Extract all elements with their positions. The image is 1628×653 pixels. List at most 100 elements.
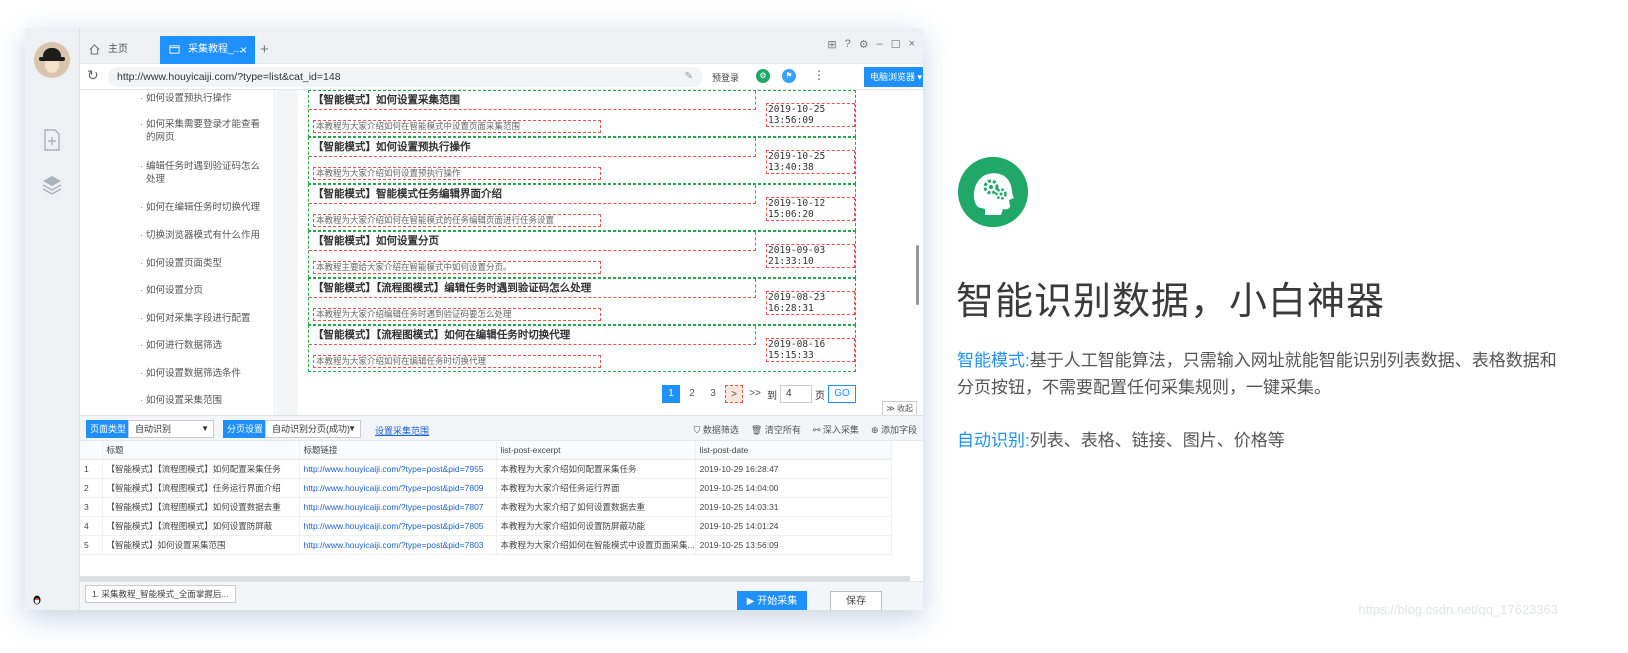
layers-icon[interactable] [40, 173, 64, 197]
table-row[interactable]: 5 【智能模式】如何设置采集范围 http://www.houyicaiji.c… [80, 535, 893, 555]
promo-feature-auto: 自动识别:列表、表格、链接、图片、价格等 [957, 427, 1557, 454]
close-tab-icon[interactable]: × [240, 36, 247, 64]
app-window: 主页 采集教程_... × + ⊞ ? ⚙ – ☐ × ↻ http://www… [25, 28, 923, 610]
minimize-icon[interactable]: – [877, 38, 883, 51]
qq-penguin-icon[interactable] [32, 595, 42, 605]
edit-url-icon[interactable]: ✎ [685, 67, 693, 87]
menu-item[interactable]: 如何进行数据筛选 [140, 339, 265, 352]
table-row[interactable]: 1 【智能模式】【流程图模式】如何配置采集任务 http://www.houyi… [80, 459, 893, 479]
post-title[interactable]: 【智能模式】如何设置采集范围 [309, 91, 756, 110]
more-icon[interactable]: ⋮ [813, 68, 825, 82]
cell-link[interactable]: http://www.houyicaiji.com/?type=post&pid… [299, 535, 497, 555]
cell-link[interactable]: http://www.houyicaiji.com/?type=post&pid… [299, 459, 497, 479]
post-title[interactable]: 【智能模式】【流程图模式】编辑任务时遇到验证码怎么处理 [309, 279, 756, 298]
post-title[interactable]: 【智能模式】如何设置预执行操作 [309, 138, 756, 157]
filter-tool[interactable]: ⛉ 数据筛选 [694, 423, 739, 436]
cell-excerpt: 本教程为大家介绍任务运行界面 [496, 478, 696, 498]
pagination: 1 2 3 > >> 到 4 页 GO [662, 385, 856, 403]
post-item[interactable]: 【智能模式】智能模式任务编辑界面介绍 2019-10-12 15:06:20 本… [308, 184, 856, 231]
menu-item[interactable]: 如何设置数据筛选条件 [140, 367, 265, 380]
page-2-button[interactable]: 2 [683, 385, 701, 403]
tab-home[interactable]: 主页 [80, 36, 160, 64]
post-excerpt: 本教程为大家介绍编辑任务时遇到验证码要怎么处理 [313, 308, 601, 321]
table-row[interactable]: 3 【智能模式】【流程图模式】如何设置数据去重 http://www.houyi… [80, 497, 893, 517]
menu-item[interactable]: 如何在编辑任务时切换代理 [140, 201, 265, 214]
prelogin-button[interactable]: 预登录 [712, 71, 739, 84]
table-row[interactable]: 2 【智能模式】【流程图模式】任务运行界面介绍 http://www.houyi… [80, 478, 893, 498]
menu-item[interactable]: 切换浏览器模式有什么作用 [140, 229, 265, 242]
promo-title: 智能识别数据，小白神器 [956, 281, 1386, 323]
cell-link[interactable]: http://www.houyicaiji.com/?type=post&pid… [299, 497, 497, 517]
menu-item[interactable]: 如何对采集字段进行配置 [140, 312, 265, 325]
menu-item[interactable]: 如何设置预执行操作 [140, 92, 265, 105]
cell-link[interactable]: http://www.houyicaiji.com/?type=post&pid… [299, 478, 497, 498]
menu-item[interactable]: 如何采集需要登录才能查看的网页 [140, 118, 265, 144]
post-title[interactable]: 【智能模式】如何设置分页 [309, 232, 756, 251]
add-field-tool[interactable]: ⊕ 添加字段 [871, 423, 917, 436]
tab-home-label: 主页 [108, 44, 128, 55]
paging-value: 自动识别分页(成功) [272, 424, 350, 434]
column-header-title[interactable]: 标题 [102, 441, 300, 460]
set-range-link[interactable]: 设置采集范围 [375, 424, 429, 437]
start-collect-button[interactable]: ▶ 开始采集 [737, 591, 807, 610]
post-item[interactable]: 【智能模式】【流程图模式】编辑任务时遇到验证码怎么处理 2019-08-23 1… [308, 278, 856, 325]
post-title[interactable]: 【智能模式】【流程图模式】如何在编辑任务时切换代理 [309, 326, 756, 345]
play-icon: ▶ [746, 596, 758, 607]
browser-mode-dropdown[interactable]: 电脑浏览器 ▾ [864, 67, 923, 87]
column-header-excerpt[interactable]: list-post-excerpt [496, 441, 696, 460]
post-item[interactable]: 【智能模式】如何设置预执行操作 2019-10-25 13:40:38 本教程为… [308, 137, 856, 184]
page-1-button[interactable]: 1 [662, 385, 680, 403]
page-type-select[interactable]: 自动识别 ▼ [128, 420, 214, 438]
column-header-index [80, 441, 103, 460]
reload-icon[interactable]: ↻ [87, 67, 99, 84]
green-round-icon[interactable]: ⚙ [756, 69, 770, 83]
brain-gears-icon [958, 157, 1028, 227]
vertical-scrollbar[interactable] [916, 245, 919, 305]
cell-index: 1 [80, 459, 103, 479]
maximize-icon[interactable]: ☐ [891, 38, 901, 51]
post-item[interactable]: 【智能模式】如何设置分页 2019-09-03 21:33:10 本教程主要给大… [308, 231, 856, 278]
cell-link[interactable]: http://www.houyicaiji.com/?type=post&pid… [299, 516, 497, 536]
post-title[interactable]: 【智能模式】智能模式任务编辑界面介绍 [309, 185, 756, 204]
collapse-button[interactable]: ≫ 收起 [882, 401, 917, 416]
menu-item[interactable]: 如何设置分页 [140, 284, 265, 297]
chevron-down-icon: ▼ [201, 424, 209, 433]
gift-icon[interactable]: ⊞ [827, 38, 836, 51]
cell-date: 2019-10-25 14:04:00 [695, 478, 893, 498]
menu-item[interactable]: 如何设置页面类型 [140, 257, 265, 270]
close-window-icon[interactable]: × [909, 38, 915, 51]
deep-collect-tool[interactable]: ⚯ 深入采集 [813, 423, 859, 436]
task-chip[interactable]: 1. 采集教程_智能模式_全面掌握后... [85, 585, 236, 603]
help-icon[interactable]: ? [845, 38, 851, 51]
tab-active[interactable]: 采集教程_... × [160, 36, 255, 64]
post-item[interactable]: 【智能模式】【流程图模式】如何在编辑任务时切换代理 2019-08-16 15:… [308, 325, 856, 372]
window-controls: ⊞ ? ⚙ – ☐ × [827, 38, 915, 51]
new-tab-button[interactable]: + [260, 36, 269, 64]
table-row[interactable]: 4 【智能模式】【流程图模式】如何设置防屏蔽 http://www.houyic… [80, 516, 893, 536]
next-page-button[interactable]: > [725, 385, 743, 403]
new-task-icon[interactable] [40, 128, 64, 152]
column-header-link[interactable]: 标题链接 [299, 441, 497, 460]
page-3-button[interactable]: 3 [704, 385, 722, 403]
save-button[interactable]: 保存 [830, 591, 882, 610]
last-page-button[interactable]: >> [746, 385, 764, 403]
trash-icon: 🗑 [750, 425, 765, 435]
settings-icon[interactable]: ⚙ [859, 38, 869, 51]
clear-tool[interactable]: 🗑 清空所有 [751, 423, 801, 436]
blue-round-icon[interactable]: ⚑ [782, 69, 796, 83]
url-input[interactable]: http://www.houyicaiji.com/?type=list&cat… [108, 67, 703, 87]
paging-select[interactable]: 自动识别分页(成功) ▼ [265, 420, 361, 438]
column-header-date[interactable]: list-post-date [695, 441, 893, 460]
menu-item[interactable]: 如何设置采集范围 [140, 394, 265, 407]
clear-label: 清空所有 [764, 425, 801, 435]
page-number-input[interactable]: 4 [780, 385, 812, 403]
cell-date: 2019-10-29 16:28:47 [695, 459, 893, 479]
go-button[interactable]: GO [828, 385, 856, 403]
post-date: 2019-08-23 16:28:31 [766, 291, 855, 315]
avatar[interactable] [34, 42, 70, 78]
post-item[interactable]: 【智能模式】如何设置采集范围 2019-10-25 13:56:09 本教程为大… [308, 90, 856, 137]
post-date: 2019-10-25 13:40:38 [766, 150, 855, 174]
data-table: 标题 标题链接 list-post-excerpt list-post-date… [80, 441, 923, 576]
menu-item[interactable]: 编辑任务时遇到验证码怎么处理 [140, 160, 265, 186]
settings-bar: 页面类型 自动识别 ▼ 分页设置 自动识别分页(成功) ▼ 设置采集范围 ⛉ 数… [80, 415, 923, 441]
